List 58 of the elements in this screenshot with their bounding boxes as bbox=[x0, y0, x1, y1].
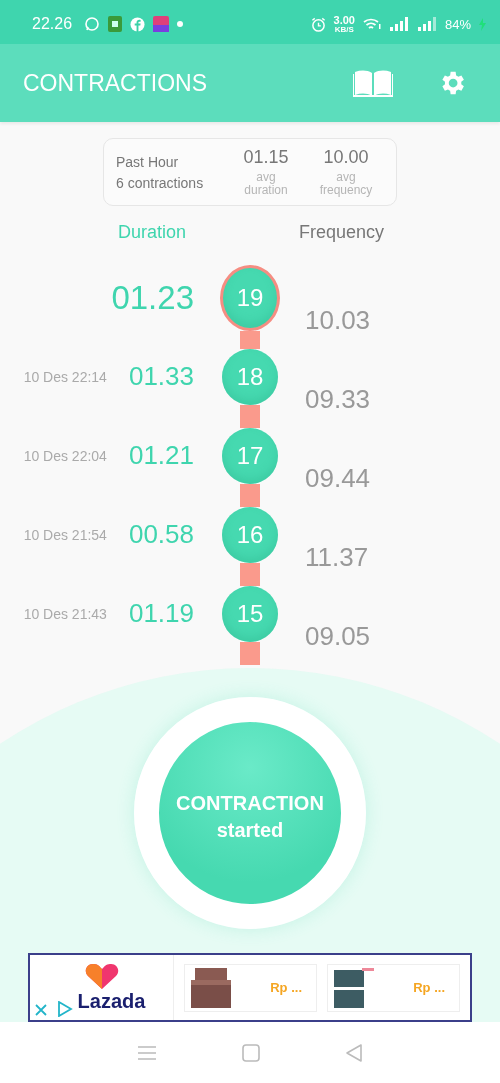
avg-duration-value: 01.15 bbox=[243, 146, 289, 168]
duration-value: 01.23 bbox=[111, 278, 194, 317]
alarm-icon bbox=[310, 16, 326, 32]
connector-bar bbox=[240, 330, 260, 349]
contraction-number[interactable]: 15 bbox=[222, 585, 278, 642]
frequency-value: 09.05 bbox=[305, 621, 371, 651]
duration-heading: Duration bbox=[118, 222, 187, 244]
home-icon[interactable] bbox=[242, 1043, 260, 1062]
signal-icon bbox=[416, 17, 437, 31]
menu-icon[interactable] bbox=[137, 1044, 158, 1061]
app-title: CONTRACTIONS bbox=[23, 69, 207, 97]
app-notification-icon bbox=[108, 16, 123, 32]
ad-product-card[interactable]: Rp ... bbox=[184, 963, 317, 1012]
play-icon[interactable] bbox=[57, 1001, 73, 1017]
frequency-heading: Frequency bbox=[299, 222, 385, 244]
status-time: 22.26 bbox=[32, 15, 73, 33]
connector-bar bbox=[240, 404, 260, 428]
game-app-icon bbox=[153, 16, 170, 32]
duration-value: 00.58 bbox=[128, 519, 194, 550]
contraction-date: 10 Des 21:54 bbox=[23, 526, 107, 543]
avg-frequency-label: avg frequency bbox=[318, 170, 374, 198]
charging-icon bbox=[479, 17, 486, 31]
contraction-count: 6 contractions bbox=[116, 174, 205, 191]
connector-bar bbox=[240, 641, 260, 665]
social-app-icon bbox=[130, 16, 146, 32]
connector-bar bbox=[240, 562, 260, 586]
contraction-number[interactable]: 17 bbox=[222, 427, 278, 484]
book-icon[interactable] bbox=[353, 69, 393, 97]
frequency-value: 10.03 bbox=[305, 305, 371, 335]
period-label: Past Hour bbox=[116, 153, 180, 170]
heart-logo-icon bbox=[84, 962, 119, 990]
network-speed: 3.00 KB/S bbox=[333, 14, 355, 34]
frequency-value: 11.37 bbox=[305, 542, 369, 572]
back-icon[interactable] bbox=[344, 1042, 363, 1063]
ad-price: Rp ... bbox=[413, 980, 445, 995]
frequency-value: 09.33 bbox=[305, 384, 371, 414]
ad-brand-name: Lazada bbox=[77, 990, 146, 1013]
chat-app-icon bbox=[84, 16, 101, 32]
close-icon[interactable] bbox=[35, 1004, 47, 1016]
contraction-date: 10 Des 22:04 bbox=[23, 447, 107, 464]
duration-value: 01.33 bbox=[128, 361, 194, 392]
contraction-date: 10 Des 21:43 bbox=[23, 605, 107, 622]
frequency-value: 09.44 bbox=[305, 463, 371, 493]
connector-bar bbox=[240, 483, 260, 507]
contraction-date: 10 Des 22:14 bbox=[23, 368, 107, 385]
contraction-number[interactable]: 18 bbox=[222, 348, 278, 405]
avg-frequency-value: 10.00 bbox=[323, 146, 369, 168]
dot-icon bbox=[177, 21, 184, 27]
wifi-icon bbox=[362, 17, 381, 31]
ad-product-card[interactable]: Rp ... bbox=[327, 963, 460, 1012]
contraction-number[interactable]: 19 bbox=[220, 264, 280, 331]
ad-price: Rp ... bbox=[270, 980, 302, 995]
battery-level: 84% bbox=[444, 16, 471, 32]
duration-value: 01.19 bbox=[128, 598, 194, 629]
contraction-number[interactable]: 16 bbox=[222, 506, 278, 563]
avg-duration-label: avg duration bbox=[243, 170, 289, 198]
signal-icon bbox=[388, 17, 409, 31]
duration-value: 01.21 bbox=[128, 440, 194, 471]
